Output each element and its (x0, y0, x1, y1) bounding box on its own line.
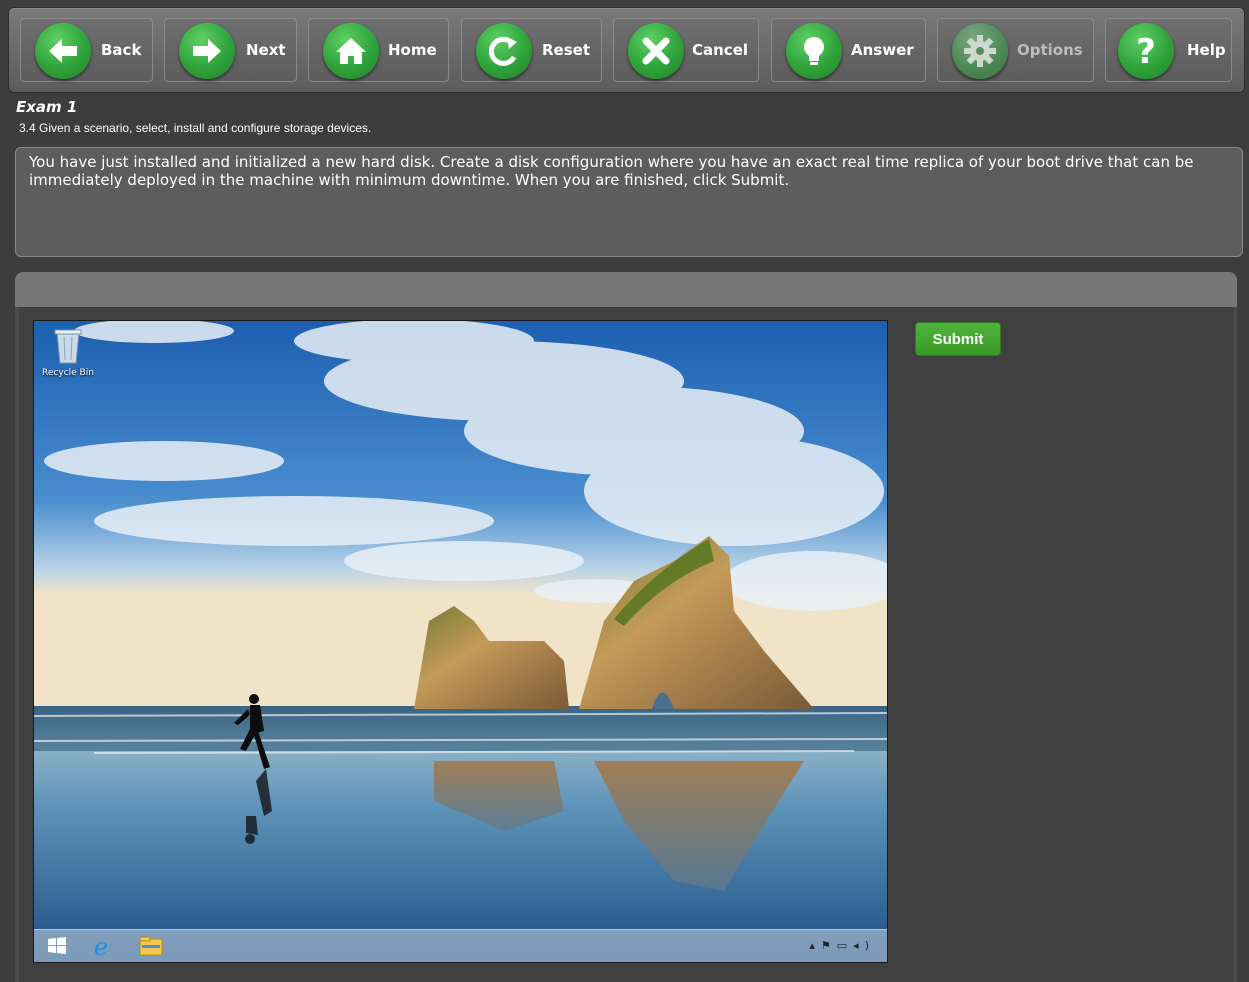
svg-text:?: ? (1136, 32, 1156, 72)
desktop-wallpaper (34, 321, 887, 962)
exam-objective: 3.4 Given a scenario, select, install an… (19, 121, 372, 135)
cancel-label: Cancel (692, 41, 749, 59)
arrow-right-icon (179, 23, 235, 79)
options-label: Options (1017, 41, 1083, 59)
taskbar: e ▴⚑▭◂) (34, 929, 887, 962)
submit-button[interactable]: Submit (915, 322, 1001, 356)
answer-label: Answer (851, 41, 914, 59)
recycle-bin-label: Recycle Bin (42, 368, 94, 378)
question-text: You have just installed and initialized … (15, 147, 1243, 257)
reset-button[interactable]: Reset (461, 18, 602, 82)
answer-button[interactable]: Answer (771, 18, 926, 82)
flag-icon[interactable]: ⚑ (821, 939, 837, 952)
question-icon: ? (1118, 23, 1174, 79)
svg-text:e: e (94, 933, 108, 959)
system-tray: ▴⚑▭◂) (809, 939, 875, 952)
lightbulb-icon (786, 23, 842, 79)
volume-icon[interactable]: ◂) (853, 939, 875, 952)
reset-icon (476, 23, 532, 79)
panel-header (15, 272, 1237, 307)
home-button[interactable]: Home (308, 18, 449, 82)
gear-icon (952, 23, 1008, 79)
windows-start-icon[interactable] (42, 933, 72, 959)
arrow-left-icon (35, 23, 91, 79)
home-label: Home (388, 41, 437, 59)
toolbar: Back Next Home Reset Cancel Answer Optio… (8, 7, 1245, 93)
network-icon[interactable]: ▭ (837, 939, 853, 952)
back-button[interactable]: Back (20, 18, 153, 82)
internet-explorer-icon[interactable]: e (86, 933, 116, 961)
cancel-button[interactable]: Cancel (613, 18, 759, 82)
exam-title: Exam 1 (16, 98, 78, 116)
windows-desktop[interactable]: Recycle Bin e ▴⚑▭◂) (33, 320, 888, 963)
back-label: Back (101, 41, 142, 59)
options-button[interactable]: Options (937, 18, 1094, 82)
tray-arrow-icon[interactable]: ▴ (809, 939, 821, 952)
recycle-bin-icon (54, 329, 82, 364)
help-button[interactable]: ? Help (1105, 18, 1232, 82)
close-icon (628, 23, 684, 79)
help-label: Help (1187, 41, 1226, 59)
file-explorer-icon[interactable] (136, 933, 166, 959)
next-button[interactable]: Next (164, 18, 297, 82)
reset-label: Reset (542, 41, 590, 59)
recycle-bin[interactable]: Recycle Bin (39, 327, 97, 378)
home-icon (323, 23, 379, 79)
next-label: Next (246, 41, 286, 59)
